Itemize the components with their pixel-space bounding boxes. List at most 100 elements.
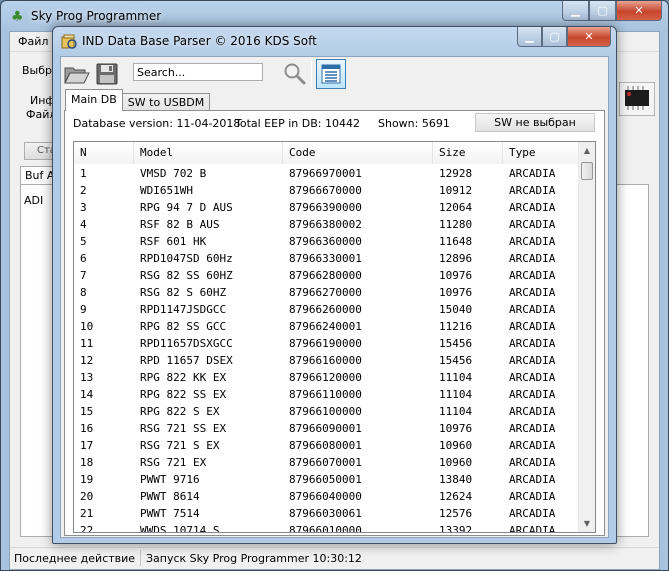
close-icon: ✕ [584,30,594,43]
table-row[interactable]: 20 PWWT 8614 87966040000 12624 ARCADIA [74,488,580,505]
cell-n: 16 [80,422,94,435]
cell-n: 4 [80,218,87,231]
tab-sw-to-usbdm[interactable]: SW to USBDM [121,93,211,111]
table-row[interactable]: 17 RSG 721 S EX 87966080001 10960 ARCADIA [74,437,580,454]
status-value: Запуск Sky Prog Programmer 10:30:12 [146,552,362,565]
cell-code: 87966670000 [289,184,362,197]
cell-n: 5 [80,235,87,248]
open-button[interactable] [63,60,91,88]
table-row[interactable]: 16 RSG 721 SS EX 87966090001 10976 ARCADIA [74,420,580,437]
tab-main-db[interactable]: Main DB [65,89,123,111]
cell-size: 13392 [439,524,473,533]
cell-type: ARCADIA [509,201,556,214]
table-row[interactable]: 5 RSF 601 HK 87966360000 11648 ARCADIA [74,233,580,250]
cell-model: RPG 822 S EX [140,405,220,418]
cell-code: 87966120000 [289,371,362,384]
cell-size: 10976 [439,269,473,282]
save-button[interactable] [93,60,121,88]
cell-code: 87966030061 [289,507,362,520]
scroll-thumb[interactable] [581,162,593,180]
open-folder-icon [64,67,90,84]
close-button[interactable]: ✕ [616,1,662,21]
main-window-title: Sky Prog Programmer [31,9,162,23]
table-row[interactable]: 10 RPG 82 SS GCC 87966240001 11216 ARCADIA [74,318,580,335]
cell-n: 18 [80,456,94,469]
cell-n: 20 [80,490,94,503]
cell-type: ARCADIA [509,388,556,401]
table-row[interactable]: 21 PWWT 7514 87966030061 12576 ARCADIA [74,505,580,522]
db-parser-dialog: IND Data Base Parser © 2016 KDS Soft ▁ ▢… [52,26,617,544]
main-statusbar: Последнее действие Запуск Sky Prog Progr… [10,547,659,569]
cell-model: RPG 822 KK EX [140,371,227,384]
table-row[interactable]: 7 RSG 82 SS 60HZ 87966280000 10976 ARCADIA [74,267,580,284]
scroll-up-button[interactable]: ▲ [579,142,595,159]
table-row[interactable]: 3 RPG 94 7 D AUS 87966390000 12064 ARCADIA [74,199,580,216]
eep-table[interactable]: N Model Code Size Type 1 VMSD 702 B 879669… [73,141,596,533]
menu-file[interactable]: Файл [18,35,48,48]
cell-code: 87966090001 [289,422,362,435]
cell-code: 87966360000 [289,235,362,248]
table-row[interactable]: 11 RPD11657DSXGCC 87966190000 15456 ARCADIA [74,335,580,352]
table-scrollbar[interactable]: ▲ ▼ [578,142,595,532]
cell-size: 10912 [439,184,473,197]
table-row[interactable]: 19 PWWT 9716 87966050001 13840 ARCADIA [74,471,580,488]
column-header-code[interactable]: Code [283,142,433,164]
cell-model: RSG 82 S 60HZ [140,286,227,299]
cell-model: RSG 721 SS EX [140,422,227,435]
dialog-close-button[interactable]: ✕ [567,27,611,47]
cell-model: RSG 721 EX [140,456,207,469]
cell-n: 3 [80,201,87,214]
cell-size: 15456 [439,354,473,367]
dialog-minimize-button[interactable]: ▁ [517,27,542,47]
table-row[interactable]: 13 RPG 822 KK EX 87966120000 11104 ARCADIA [74,369,580,386]
table-row[interactable]: 8 RSG 82 S 60HZ 87966270000 10976 ARCADIA [74,284,580,301]
table-row[interactable]: 12 RPD 11657 DSEX 87966160000 15456 ARCADIA [74,352,580,369]
tree-icon: ♣ [11,9,24,25]
cell-code: 87966260000 [289,303,362,316]
cell-code: 87966240001 [289,320,362,333]
table-row[interactable]: 9 RPD1147JSDGCC 87966260000 15040 ARCADIA [74,301,580,318]
find-button[interactable] [281,60,309,88]
maximize-button[interactable]: ▢ [589,1,616,21]
cell-size: 11280 [439,218,473,231]
status-divider [140,550,141,566]
cell-size: 13840 [439,473,473,486]
column-header-n[interactable]: N [74,142,134,164]
cell-size: 12064 [439,201,473,214]
column-header-size[interactable]: Size [433,142,503,164]
table-row[interactable]: 18 RSG 721 EX 87966070001 10960 ARCADIA [74,454,580,471]
chip-icon[interactable] [619,82,655,116]
cell-type: ARCADIA [509,320,556,333]
total-eep-label: Total EEP in DB: 10442 [235,117,360,130]
list-view-button[interactable] [316,59,346,89]
dialog-caption-buttons: ▁ ▢ ✕ [517,27,611,47]
cell-type: ARCADIA [509,456,556,469]
cell-size: 15040 [439,303,473,316]
table-row[interactable]: 2 WDI651WH 87966670000 10912 ARCADIA [74,182,580,199]
table-row[interactable]: 4 RSF 82 B AUS 87966380002 11280 ARCADIA [74,216,580,233]
main-db-panel: Database version: 11-04-2018 Total EEP i… [64,110,605,536]
dialog-client-area: Main DB SW to USBDM Database version: 11… [60,56,609,538]
cell-code: 87966270000 [289,286,362,299]
cell-n: 13 [80,371,94,384]
minimize-button[interactable]: ▁ [562,1,589,21]
column-header-type[interactable]: Type [503,142,580,164]
dialog-title: IND Data Base Parser © 2016 KDS Soft [82,34,317,48]
search-input[interactable] [133,63,263,81]
dialog-maximize-button[interactable]: ▢ [542,27,567,47]
table-row[interactable]: 15 RPG 822 S EX 87966100000 11104 ARCADIA [74,403,580,420]
table-row[interactable]: 22 WWDS 10714 S 87966010000 13392 ARCADIA [74,522,580,533]
cell-size: 15456 [439,337,473,350]
table-row[interactable]: 6 RPD1047SD 60Hz 87966330001 12896 ARCADIA [74,250,580,267]
scroll-down-button[interactable]: ▼ [579,515,595,532]
column-header-model[interactable]: Model [134,142,283,164]
db-info-bar: Database version: 11-04-2018 Total EEP i… [65,111,604,137]
sw-select-button[interactable]: SW не выбран [475,113,595,132]
table-row[interactable]: 1 VMSD 702 B 87966970001 12928 ARCADIA [74,165,580,182]
cell-size: 12896 [439,252,473,265]
cell-n: 10 [80,320,94,333]
cell-type: ARCADIA [509,524,556,533]
cell-model: RPG 82 SS GCC [140,320,227,333]
dialog-tabs: Main DB SW to USBDM [65,89,211,111]
table-row[interactable]: 14 RPG 822 SS EX 87966110000 11104 ARCADIA [74,386,580,403]
